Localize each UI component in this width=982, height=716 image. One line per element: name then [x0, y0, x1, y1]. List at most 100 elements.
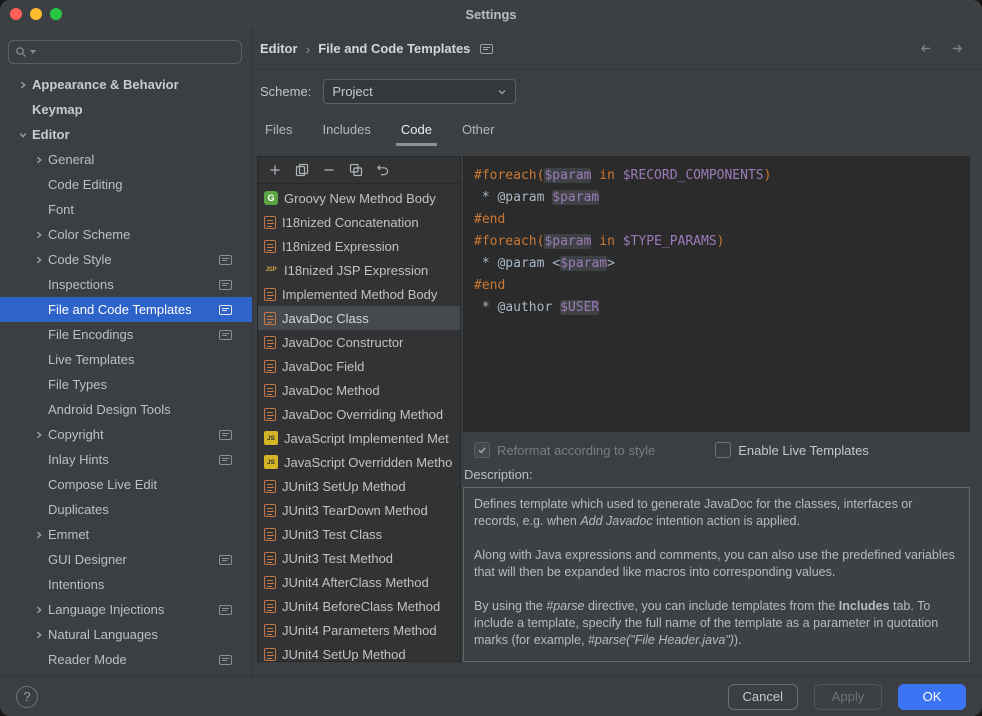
- sidebar-item-reader-mode[interactable]: Reader Mode: [0, 647, 252, 672]
- template-item-label: JavaDoc Field: [282, 359, 364, 374]
- template-item-label: JUnit3 Test Class: [282, 527, 382, 542]
- help-icon: ?: [23, 689, 30, 704]
- tab-includes[interactable]: Includes: [320, 118, 372, 146]
- zoom-window-button[interactable]: [50, 8, 62, 20]
- chevron-right-icon[interactable]: [16, 78, 30, 92]
- template-list-item[interactable]: JS JavaScript Implemented Met: [258, 426, 460, 450]
- cancel-button[interactable]: Cancel: [728, 684, 798, 710]
- sidebar-item-label: File and Code Templates: [48, 302, 192, 317]
- sidebar-item-language-injections[interactable]: Language Injections: [0, 597, 252, 622]
- reformat-label: Reformat according to style: [497, 443, 655, 458]
- template-list-item[interactable]: JavaDoc Overriding Method: [258, 402, 460, 426]
- tab-files[interactable]: Files: [263, 118, 294, 146]
- minimize-window-button[interactable]: [30, 8, 42, 20]
- template-list-item[interactable]: JavaDoc Field: [258, 354, 460, 378]
- create-template-button[interactable]: [267, 162, 283, 178]
- settings-search-input[interactable]: [39, 45, 235, 60]
- template-file-icon: [264, 480, 276, 493]
- sidebar-item-appearance-behavior[interactable]: Appearance & Behavior: [0, 72, 252, 97]
- template-list-item[interactable]: JavaDoc Method: [258, 378, 460, 402]
- jsp-file-icon: JSP: [264, 263, 278, 277]
- scheme-row: Scheme: Project: [260, 79, 966, 104]
- sidebar-item-file-types[interactable]: File Types: [0, 372, 252, 397]
- template-list-item[interactable]: JUnit3 TearDown Method: [258, 498, 460, 522]
- template-list-item[interactable]: G Groovy New Method Body: [258, 186, 460, 210]
- sidebar-item-font[interactable]: Font: [0, 197, 252, 222]
- sidebar-item-compose-live-edit[interactable]: Compose Live Edit: [0, 472, 252, 497]
- settings-search[interactable]: [8, 40, 242, 64]
- tab-label: Files: [265, 122, 292, 137]
- sidebar-item-live-templates[interactable]: Live Templates: [0, 347, 252, 372]
- template-list-item[interactable]: JUnit3 SetUp Method: [258, 474, 460, 498]
- sidebar-item-natural-languages[interactable]: Natural Languages: [0, 622, 252, 647]
- screen-icon: [219, 655, 232, 665]
- checkbox-unchecked-icon[interactable]: [715, 442, 731, 458]
- sidebar-item-file-and-code-templates[interactable]: File and Code Templates: [0, 297, 252, 322]
- tab-other[interactable]: Other: [460, 118, 497, 146]
- back-button[interactable]: [916, 40, 934, 58]
- chevron-right-icon[interactable]: [32, 428, 46, 442]
- close-window-button[interactable]: [10, 8, 22, 20]
- template-list-item[interactable]: JavaDoc Constructor: [258, 330, 460, 354]
- help-button[interactable]: ?: [16, 686, 38, 708]
- code-line: #end: [474, 275, 959, 297]
- sidebar-item-gui-designer[interactable]: GUI Designer: [0, 547, 252, 572]
- screen-icon: [219, 455, 232, 465]
- ok-button[interactable]: OK: [898, 684, 966, 710]
- footer-buttons: Cancel Apply OK: [728, 684, 966, 710]
- apply-button[interactable]: Apply: [814, 684, 882, 710]
- sidebar-item-code-style[interactable]: Code Style: [0, 247, 252, 272]
- sidebar-item-label: Live Templates: [48, 352, 134, 367]
- sidebar-item-keymap[interactable]: Keymap: [0, 97, 252, 122]
- template-list-item[interactable]: JUnit4 SetUp Method: [258, 642, 460, 661]
- search-filter-caret-icon: [30, 50, 36, 54]
- sidebar-item-label: GUI Designer: [48, 552, 127, 567]
- template-list-item[interactable]: JUnit4 BeforeClass Method: [258, 594, 460, 618]
- template-list-item[interactable]: JUnit4 AfterClass Method: [258, 570, 460, 594]
- sidebar-item-label: Reader Mode: [48, 652, 127, 667]
- template-list-item[interactable]: I18nized Concatenation: [258, 210, 460, 234]
- sidebar-item-intentions[interactable]: Intentions: [0, 572, 252, 597]
- chevron-right-icon[interactable]: [32, 628, 46, 642]
- template-list-item[interactable]: Implemented Method Body: [258, 282, 460, 306]
- tab-code[interactable]: Code: [399, 118, 434, 146]
- sidebar-item-editor[interactable]: Editor: [0, 122, 252, 147]
- template-list-item[interactable]: JS JavaScript Overridden Metho: [258, 450, 460, 474]
- sidebar-item-file-encodings[interactable]: File Encodings: [0, 322, 252, 347]
- description-box[interactable]: Defines template which used to generate …: [463, 487, 970, 662]
- sidebar-item-android-design-tools[interactable]: Android Design Tools: [0, 397, 252, 422]
- reset-template-button[interactable]: [375, 162, 391, 178]
- chevron-right-icon[interactable]: [32, 603, 46, 617]
- create-child-template-button[interactable]: [294, 162, 310, 178]
- sidebar-item-emmet[interactable]: Emmet: [0, 522, 252, 547]
- sidebar-item-general[interactable]: General: [0, 147, 252, 172]
- template-list-item[interactable]: JavaDoc Class: [258, 306, 460, 330]
- copy-icon: [295, 163, 309, 177]
- breadcrumb-editor[interactable]: Editor: [260, 41, 298, 56]
- chevron-right-icon[interactable]: [32, 528, 46, 542]
- remove-template-button[interactable]: [321, 162, 337, 178]
- chevron-right-icon[interactable]: [32, 228, 46, 242]
- chevron-down-icon[interactable]: [16, 128, 30, 142]
- template-list-item[interactable]: JUnit3 Test Class: [258, 522, 460, 546]
- sidebar-item-color-scheme[interactable]: Color Scheme: [0, 222, 252, 247]
- chevron-right-icon[interactable]: [32, 253, 46, 267]
- template-list-item[interactable]: I18nized Expression: [258, 234, 460, 258]
- sidebar-item-code-editing[interactable]: Code Editing: [0, 172, 252, 197]
- template-editor[interactable]: #foreach($param in $RECORD_COMPONENTS) *…: [463, 156, 970, 432]
- sidebar-item-inlay-hints[interactable]: Inlay Hints: [0, 447, 252, 472]
- template-list-item[interactable]: JUnit3 Test Method: [258, 546, 460, 570]
- template-list-item[interactable]: JSP I18nized JSP Expression: [258, 258, 460, 282]
- enable-live-templates-checkbox[interactable]: Enable Live Templates: [715, 442, 869, 458]
- sidebar-item-inspections[interactable]: Inspections: [0, 272, 252, 297]
- sidebar-item-label: Compose Live Edit: [48, 477, 157, 492]
- template-list-item[interactable]: JUnit4 Parameters Method: [258, 618, 460, 642]
- forward-button[interactable]: [948, 40, 966, 58]
- code-line: * @author $USER: [474, 297, 959, 319]
- duplicate-template-button[interactable]: [348, 162, 364, 178]
- sidebar-item-copyright[interactable]: Copyright: [0, 422, 252, 447]
- scheme-combobox[interactable]: Project: [323, 79, 516, 104]
- tab-label: Other: [462, 122, 495, 137]
- chevron-right-icon[interactable]: [32, 153, 46, 167]
- sidebar-item-duplicates[interactable]: Duplicates: [0, 497, 252, 522]
